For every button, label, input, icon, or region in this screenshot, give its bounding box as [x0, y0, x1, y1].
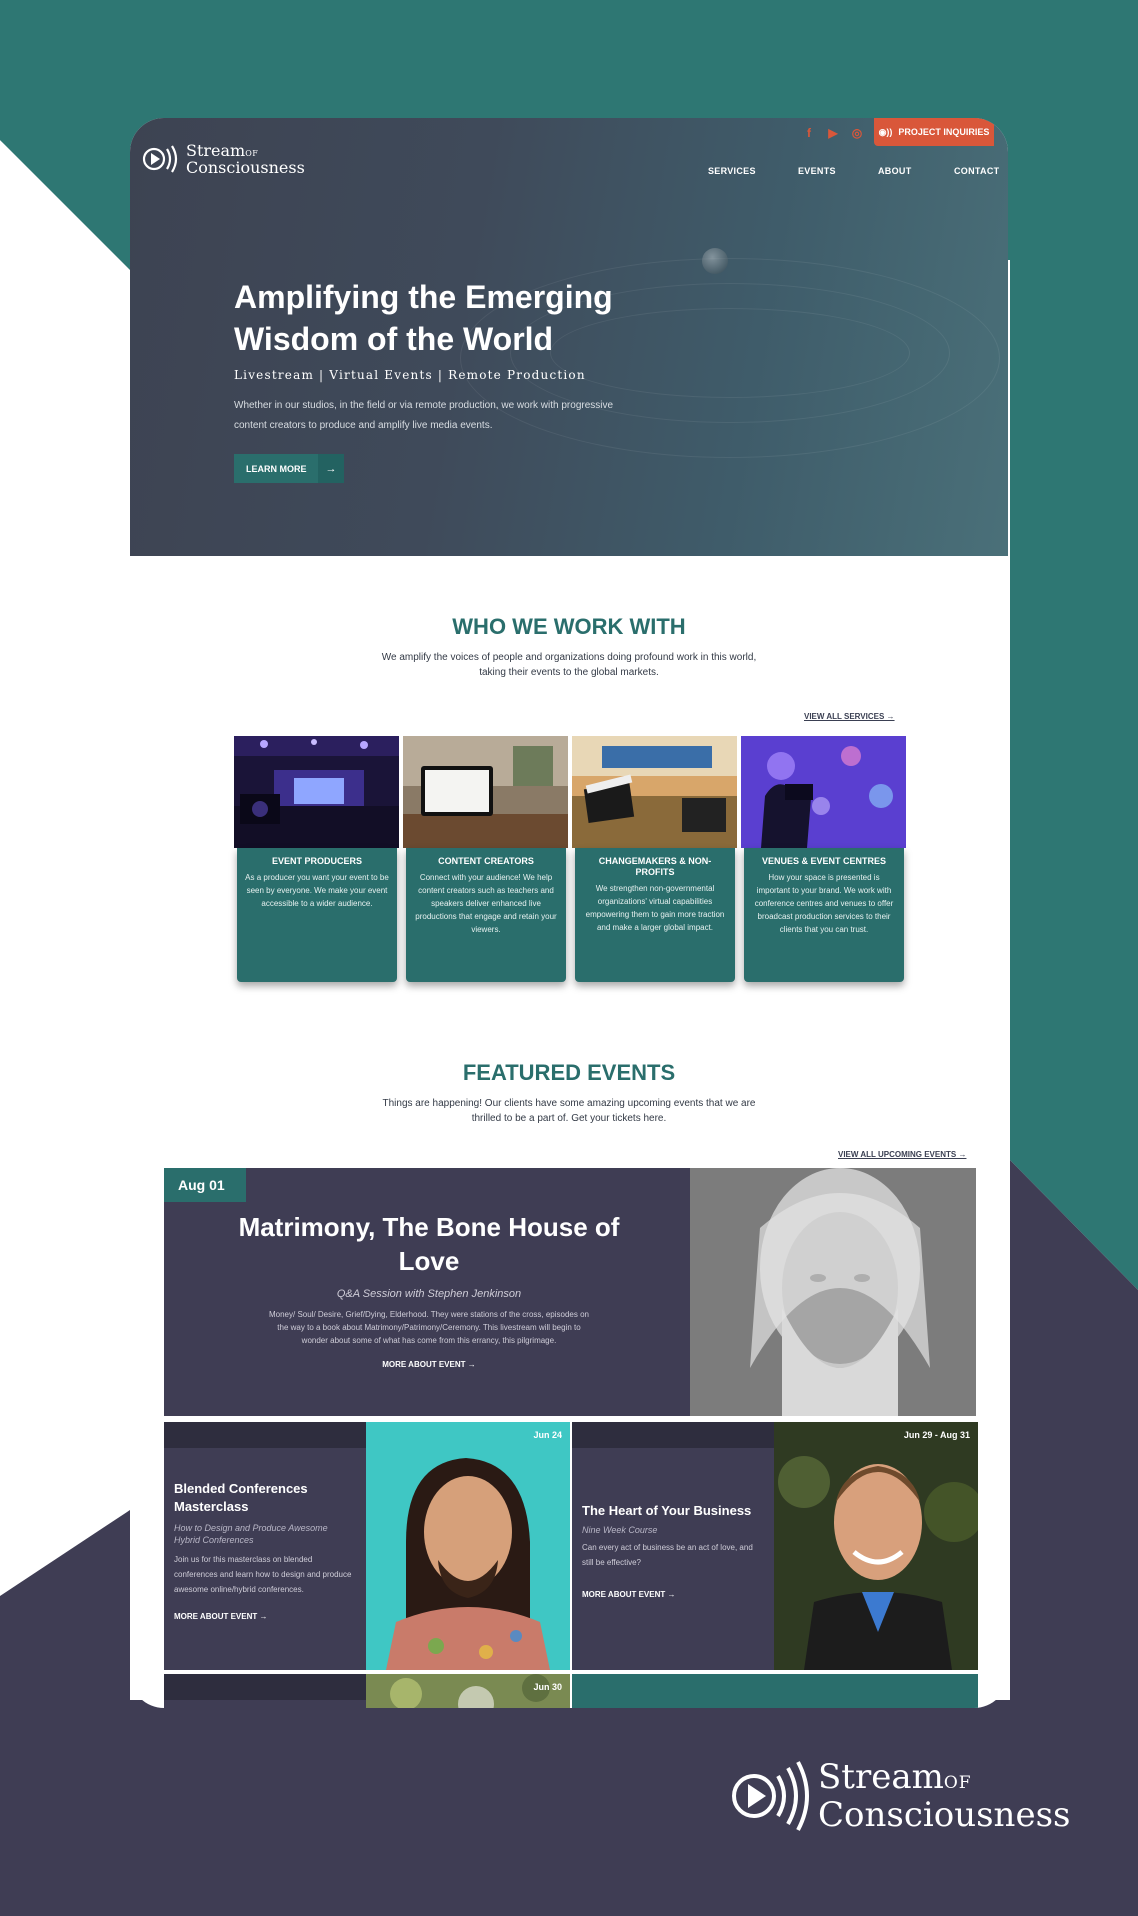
venues-image	[741, 736, 906, 848]
logo-text-of: OF	[245, 148, 259, 158]
event-card-teal-placeholder[interactable]	[572, 1674, 978, 1708]
event-title: Blended Conferences Masterclass	[174, 1481, 308, 1514]
site-logo[interactable]: StreamOF Consciousness	[140, 140, 305, 178]
service-card-title: CHANGEMAKERS & NON-PROFITS	[598, 856, 712, 877]
featured-events-description: Things are happening! Our clients have s…	[382, 1098, 756, 1124]
event-producers-image	[234, 736, 399, 848]
content-creators-image	[403, 736, 568, 848]
logo-play-waves-icon	[732, 1761, 809, 1831]
facebook-icon[interactable]: f	[802, 126, 816, 140]
service-card-text: We strengthen non-governmental organizat…	[585, 884, 725, 932]
logo-play-waves-icon	[142, 145, 178, 173]
service-cards: EVENT PRODUCERS As a producer you want y…	[234, 736, 908, 986]
project-inquiries-button[interactable]: ◉)) PROJECT INQUIRIES	[874, 118, 994, 146]
hero-description: Whether in our studios, in the field or …	[234, 400, 614, 431]
nav-events[interactable]: EVENTS	[798, 166, 836, 176]
service-card-changemakers[interactable]: CHANGEMAKERS & NON-PROFITS We strengthen…	[572, 736, 737, 986]
service-card-text: How your space is presented is important…	[754, 873, 894, 934]
who-we-work-with-title: WHO WE WORK WITH	[452, 614, 686, 639]
event-card-blended-conferences[interactable]: Jun 24 Blended Conferences Masterclass H…	[164, 1422, 570, 1670]
water-drop	[702, 248, 728, 274]
website-frame: StreamOF Consciousness f ▶ ◎ ◉)) PROJECT…	[130, 118, 1008, 1708]
event-card-heart-of-business[interactable]: Jun 29 - Aug 31 The Heart of Your Busine…	[572, 1422, 978, 1670]
event-date: Jun 29 - Aug 31	[903, 1430, 970, 1440]
broadcast-icon: ◉))	[878, 126, 893, 137]
event-description: Can every act of business be an act of l…	[582, 1543, 753, 1567]
event-title: Matrimony, The Bone House of Love	[238, 1212, 620, 1276]
event-subtitle: Nine Week Course	[582, 1525, 658, 1535]
changemakers-image	[572, 736, 737, 848]
hero-title-line1: Amplifying the Emerging	[234, 279, 613, 315]
event-card-jun-30[interactable]: Jun 30	[164, 1674, 570, 1708]
nav-contact[interactable]: CONTACT	[954, 166, 999, 176]
service-card-title: VENUES & EVENT CENTRES	[761, 856, 887, 866]
featured-events-title: FEATURED EVENTS	[462, 1060, 676, 1085]
service-card-venues[interactable]: VENUES & EVENT CENTRES How your space is…	[741, 736, 906, 986]
event-description: Money/ Soul/ Desire, Grief/Dying, Elderh…	[268, 1310, 589, 1345]
learn-more-label: LEARN MORE	[246, 463, 307, 474]
service-card-text: As a producer you want your event to be …	[245, 873, 389, 908]
event-description: Join us for this masterclass on blended …	[174, 1555, 352, 1594]
footer-logo-stream: Stream	[818, 1757, 944, 1797]
nav-services[interactable]: SERVICES	[708, 166, 756, 176]
arrow-right-icon: →	[318, 454, 344, 483]
service-card-content-creators[interactable]: CONTENT CREATORS Connect with your audie…	[403, 736, 568, 986]
service-card-title: CONTENT CREATORS	[438, 856, 534, 866]
social-links: f ▶ ◎	[802, 126, 864, 140]
view-all-upcoming-events-link[interactable]: VIEW ALL UPCOMING EVENTS →	[838, 1150, 966, 1159]
footer-logo: StreamOF Consciousness	[726, 1756, 1070, 1836]
youtube-icon[interactable]: ▶	[826, 126, 840, 140]
service-card-body: VENUES & EVENT CENTRES How your space is…	[744, 848, 904, 982]
stephen-jenkinson-photo	[690, 1168, 976, 1416]
more-about-event-link[interactable]: MORE ABOUT EVENT →	[174, 1612, 267, 1621]
service-card-body: EVENT PRODUCERS As a producer you want y…	[237, 848, 397, 982]
view-all-services-link[interactable]: VIEW ALL SERVICES →	[804, 712, 895, 721]
project-inquiries-label: PROJECT INQUIRIES	[898, 127, 990, 137]
featured-event-main[interactable]: Aug 01 Matrimony, The Bone House of Love…	[164, 1168, 976, 1416]
event-date-badge: Aug 01	[164, 1168, 246, 1202]
learn-more-button[interactable]: LEARN MORE →	[234, 454, 344, 483]
more-about-event-link[interactable]: MORE ABOUT EVENT →	[582, 1590, 675, 1599]
heart-of-business-photo	[774, 1422, 978, 1670]
hero-section: StreamOF Consciousness f ▶ ◎ ◉)) PROJECT…	[130, 118, 1008, 556]
instagram-icon[interactable]: ◎	[850, 126, 864, 140]
service-card-text: Connect with your audience! We help cont…	[415, 873, 557, 934]
event-title: The Heart of Your Business	[582, 1503, 752, 1518]
hero-title-line2: Wisdom of the World	[234, 321, 554, 357]
event-date: Jun 24	[533, 1430, 562, 1440]
nav-about[interactable]: ABOUT	[878, 166, 912, 176]
hero-title: Amplifying the Emerging Wisdom of the Wo…	[234, 276, 654, 360]
footer-logo-of: OF	[943, 1773, 972, 1793]
who-we-work-with-description: We amplify the voices of people and orga…	[381, 652, 757, 678]
logo-text-stream: Stream	[186, 140, 246, 160]
logo-text-consciousness: Consciousness	[186, 157, 305, 177]
blended-conferences-photo	[366, 1422, 570, 1670]
more-about-event-link[interactable]: MORE ABOUT EVENT →	[224, 1360, 634, 1369]
event-subtitle: Q&A Session with Stephen Jenkinson	[336, 1288, 522, 1300]
service-card-title: EVENT PRODUCERS	[271, 856, 362, 866]
service-card-body: CONTENT CREATORS Connect with your audie…	[406, 848, 566, 982]
service-card-body: CHANGEMAKERS & NON-PROFITS We strengthen…	[575, 848, 735, 982]
event-subtitle: How to Design and Produce Awesome Hybrid…	[174, 1523, 328, 1545]
footer-logo-consciousness: Consciousness	[818, 1795, 1071, 1835]
event-date: Jun 30	[533, 1682, 562, 1692]
service-card-event-producers[interactable]: EVENT PRODUCERS As a producer you want y…	[234, 736, 399, 986]
hero-subtitle: Livestream | Virtual Events | Remote Pro…	[234, 368, 586, 382]
